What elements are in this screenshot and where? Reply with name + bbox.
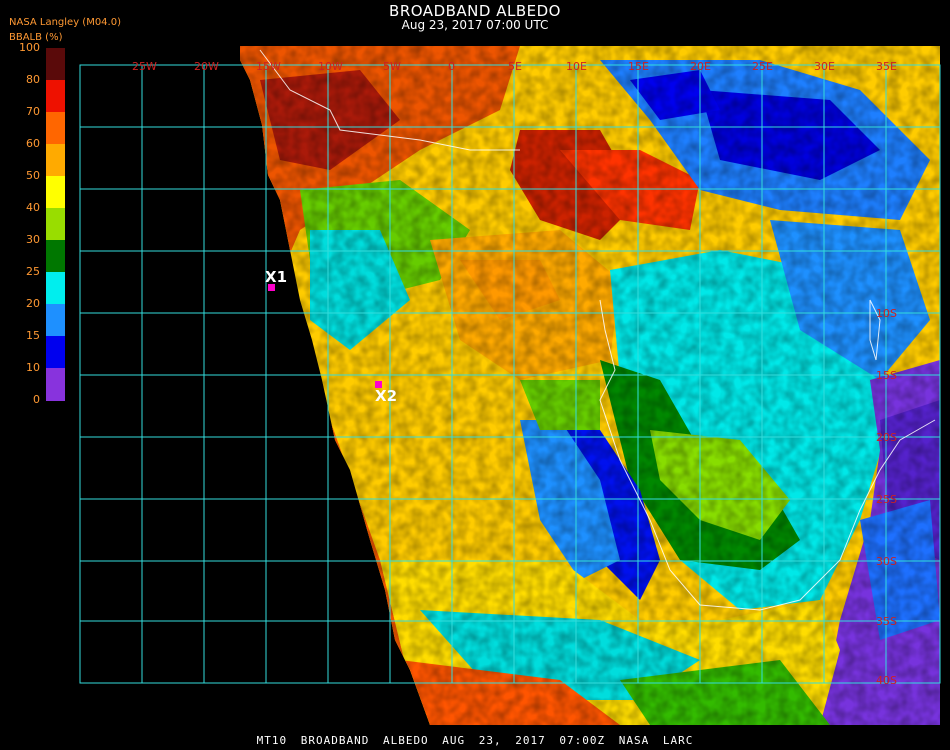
lat-label-15s: 15S <box>876 369 897 382</box>
footer-caption: MT10 BROADBAND ALBEDO AUG 23, 2017 07:00… <box>256 734 694 747</box>
satellite-map: 25W 20W 15W 10W 5W 0 5E 10E 15E 20E 25E … <box>79 46 941 725</box>
lon-label-5e: 5E <box>508 60 522 73</box>
albedo-field <box>240 46 940 725</box>
marker-x2-label: X2 <box>375 387 397 405</box>
lat-label-10s: 10S <box>876 307 897 320</box>
lon-label-20e: 20E <box>690 60 711 73</box>
lat-label-35s: 35S <box>876 615 897 628</box>
lat-label-40s: 40S <box>876 674 897 687</box>
lon-label-30e: 30E <box>814 60 835 73</box>
marker-x1: X1 <box>265 268 287 291</box>
lon-label-25e: 25E <box>752 60 773 73</box>
lon-label-5w: 5W <box>383 60 401 73</box>
lat-label-20s: 20S <box>876 431 897 444</box>
lon-label-10w: 10W <box>318 60 343 73</box>
lon-label-10e: 10E <box>566 60 587 73</box>
lon-label-15w: 15W <box>256 60 281 73</box>
lat-label-30s: 30S <box>876 555 897 568</box>
lon-label-35e: 35E <box>876 60 897 73</box>
lon-label-15e: 15E <box>628 60 649 73</box>
lon-label-20w: 20W <box>194 60 219 73</box>
lon-label-0: 0 <box>448 60 455 73</box>
lon-label-25w: 25W <box>132 60 157 73</box>
lat-label-25s: 25S <box>876 493 897 506</box>
marker-x1-label: X1 <box>265 268 287 286</box>
